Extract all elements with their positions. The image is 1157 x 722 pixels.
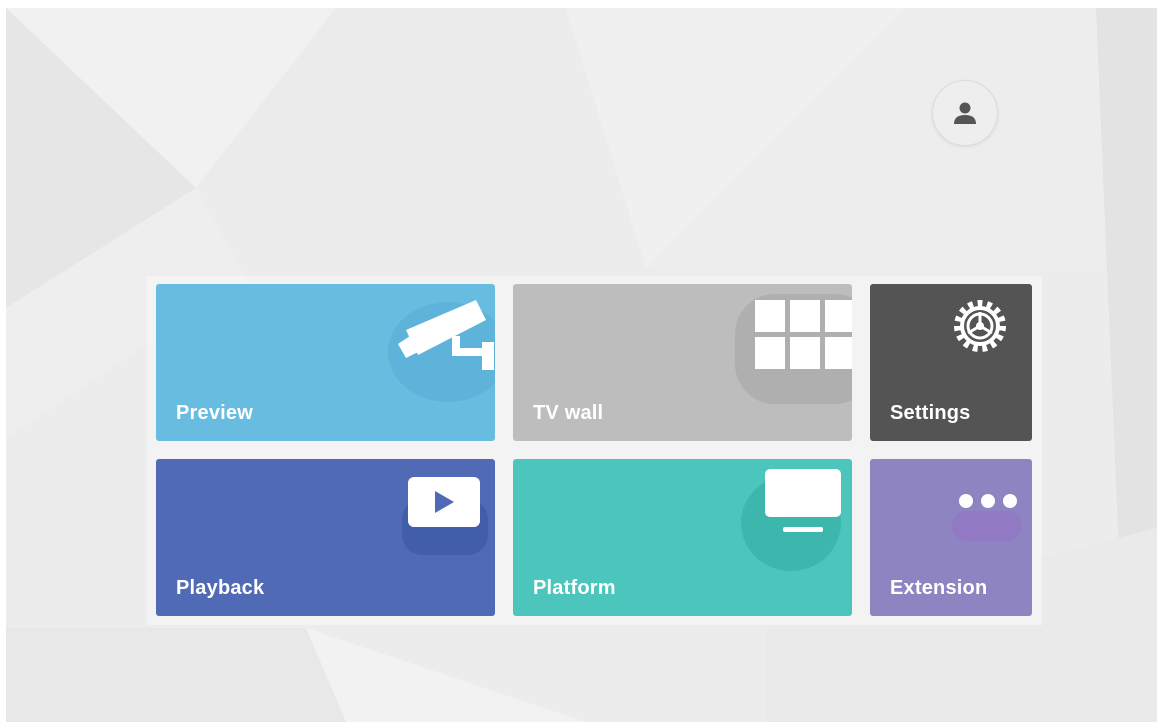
platform-label: Platform xyxy=(533,577,616,599)
user-icon xyxy=(954,102,976,124)
tvwall-label: TV wall xyxy=(533,402,604,424)
user-button[interactable] xyxy=(932,80,998,146)
camera-icon xyxy=(398,300,494,370)
grid-icon xyxy=(755,300,852,369)
menu-grid: Preview TV wall Settings Playback Platfo… xyxy=(147,276,1042,625)
settings-label: Settings xyxy=(890,402,971,424)
monitor-icon xyxy=(765,469,841,532)
playback-tile[interactable]: Playback xyxy=(156,459,495,616)
home-screen: Preview TV wall Settings Playback Platfo… xyxy=(6,8,1157,722)
extension-label: Extension xyxy=(890,577,988,599)
preview-label: Preview xyxy=(176,402,254,424)
playback-label: Playback xyxy=(176,577,265,599)
extension-tile[interactable]: Extension xyxy=(870,459,1032,616)
tvwall-tile[interactable]: TV wall xyxy=(513,284,852,441)
preview-tile[interactable]: Preview xyxy=(156,284,495,441)
more-icon xyxy=(959,494,1017,508)
play-icon xyxy=(408,477,480,527)
gear-icon xyxy=(954,300,1006,352)
platform-tile[interactable]: Platform xyxy=(513,459,852,616)
settings-tile[interactable]: Settings xyxy=(870,284,1032,441)
